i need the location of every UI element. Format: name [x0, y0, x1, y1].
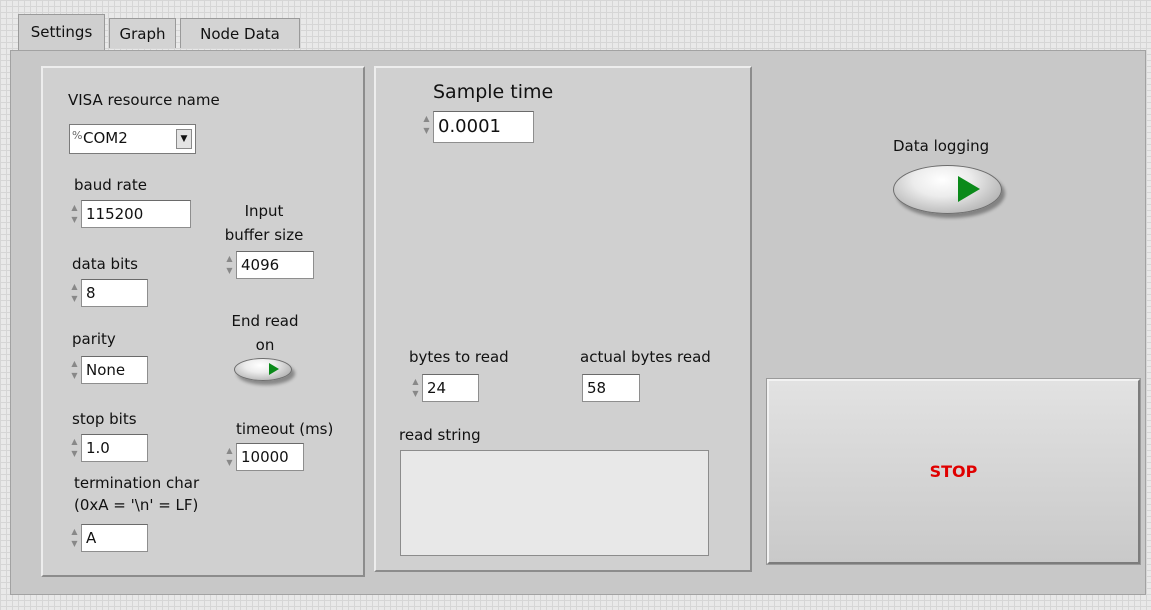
- increment-arrows-icon[interactable]: ▲ ▼: [224, 253, 235, 279]
- increment-arrows-icon[interactable]: ▲ ▼: [410, 376, 421, 402]
- input-buffer-label-line2: buffer size: [224, 226, 304, 244]
- visa-resource-value: COM2: [83, 129, 128, 147]
- input-buffer-control[interactable]: ▲ ▼ 4096: [224, 251, 316, 279]
- visa-resource-icon: %: [72, 129, 83, 142]
- read-string-label: read string: [399, 426, 481, 444]
- visa-resource-label: VISA resource name: [68, 91, 220, 109]
- chevron-down-icon[interactable]: ▼: [176, 129, 192, 149]
- sample-time-control[interactable]: ▲ ▼ 0.0001: [421, 111, 535, 143]
- led-indicator-icon: [958, 176, 980, 202]
- tab-graph[interactable]: Graph: [109, 18, 176, 48]
- read-string-indicator: [400, 450, 709, 556]
- termination-char-hint: (0xA = '\n' = LF): [74, 496, 199, 514]
- increment-arrows-icon[interactable]: ▲ ▼: [224, 445, 235, 471]
- actual-bytes-read-indicator: 58: [582, 374, 640, 402]
- end-read-label-line2: on: [255, 336, 275, 354]
- led-indicator-icon: [269, 363, 279, 375]
- end-read-toggle[interactable]: [234, 358, 292, 381]
- stop-bits-control[interactable]: ▲ ▼ 1.0: [69, 434, 151, 462]
- stop-bits-field[interactable]: 1.0: [81, 434, 148, 462]
- sample-time-label: Sample time: [433, 81, 554, 103]
- input-buffer-field[interactable]: 4096: [236, 251, 314, 279]
- termination-char-field[interactable]: A: [81, 524, 148, 552]
- tab-settings[interactable]: Settings: [18, 14, 105, 50]
- stop-button[interactable]: STOP: [766, 378, 1141, 565]
- baud-rate-field[interactable]: 115200: [81, 200, 191, 228]
- parity-field[interactable]: None: [81, 356, 148, 384]
- data-bits-label: data bits: [72, 255, 138, 273]
- sample-time-field[interactable]: 0.0001: [433, 111, 534, 143]
- increment-arrows-icon[interactable]: ▲ ▼: [69, 202, 80, 228]
- increment-arrows-icon[interactable]: ▲ ▼: [69, 358, 80, 384]
- end-read-label-line1: End read: [231, 312, 299, 330]
- increment-arrows-icon[interactable]: ▲ ▼: [421, 113, 432, 143]
- bytes-to-read-label: bytes to read: [409, 348, 509, 366]
- timeout-field[interactable]: 10000: [236, 443, 304, 471]
- input-buffer-label-line1: Input: [244, 202, 284, 220]
- visa-resource-dropdown[interactable]: % COM2 ▼: [69, 124, 196, 154]
- data-bits-field[interactable]: 8: [81, 279, 148, 307]
- timeout-control[interactable]: ▲ ▼ 10000: [224, 443, 306, 471]
- baud-rate-label: baud rate: [74, 176, 147, 194]
- termination-char-label: termination char: [74, 474, 200, 492]
- tab-node-data[interactable]: Node Data: [180, 18, 300, 48]
- timeout-label: timeout (ms): [236, 420, 334, 438]
- actual-bytes-read-label: actual bytes read: [580, 348, 711, 366]
- bytes-to-read-field[interactable]: 24: [422, 374, 479, 402]
- parity-control[interactable]: ▲ ▼ None: [69, 356, 151, 384]
- increment-arrows-icon[interactable]: ▲ ▼: [69, 526, 80, 552]
- increment-arrows-icon[interactable]: ▲ ▼: [69, 436, 80, 462]
- baud-rate-control[interactable]: ▲ ▼ 115200: [69, 200, 193, 228]
- termination-char-control[interactable]: ▲ ▼ A: [69, 524, 151, 552]
- stop-bits-label: stop bits: [72, 410, 137, 428]
- data-logging-label: Data logging: [893, 137, 990, 155]
- data-logging-toggle[interactable]: [893, 165, 1002, 214]
- data-bits-control[interactable]: ▲ ▼ 8: [69, 279, 151, 307]
- increment-arrows-icon[interactable]: ▲ ▼: [69, 281, 80, 307]
- parity-label: parity: [72, 330, 116, 348]
- bytes-to-read-control[interactable]: ▲ ▼ 24: [410, 374, 482, 402]
